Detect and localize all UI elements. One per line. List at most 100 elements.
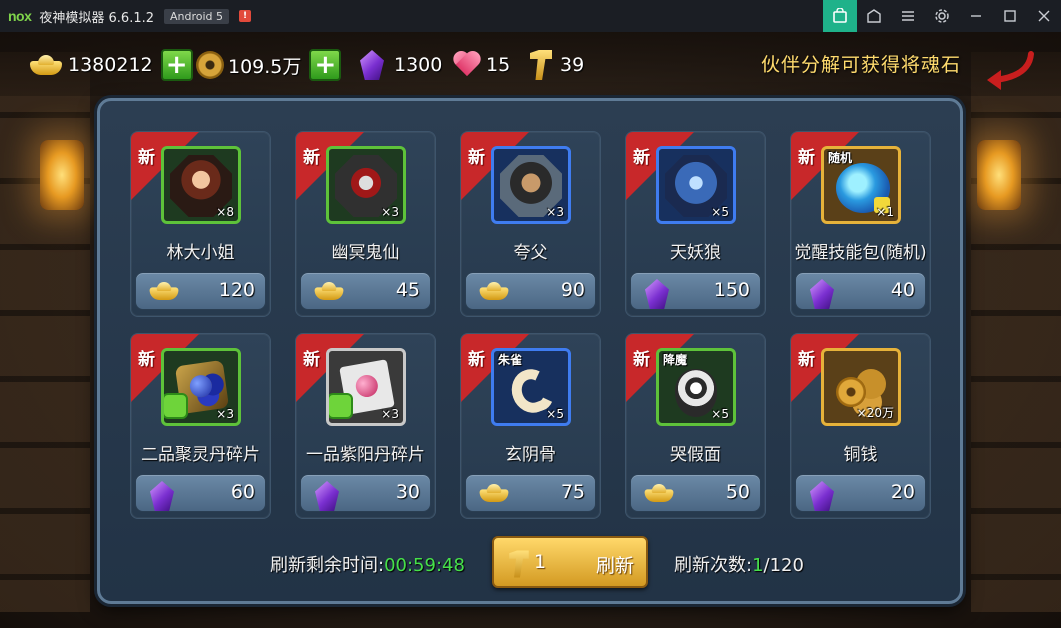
gold-amount: 1380212 (68, 54, 153, 76)
heart-amount: 15 (486, 54, 511, 76)
item-quantity: ×5 (711, 407, 729, 421)
buy-button[interactable]: 150 (630, 272, 761, 310)
fragment-icon (329, 393, 353, 419)
refresh-key-icon (530, 50, 552, 80)
close-icon[interactable] (1027, 0, 1061, 32)
item-price: 90 (560, 279, 585, 301)
shop-panel: 新 ×8 林大小姐 120 新 ×3 幽冥鬼仙 45 新 ×3 夸父 90 新 ×5 天妖狼 150 新随机 ×1… (97, 98, 963, 604)
shop-item-card[interactable]: 新降魔 ×5 哭假面 50 (625, 333, 766, 519)
gold-ingot-icon (313, 280, 345, 302)
shop-item-card[interactable]: 新 ×3 二品聚灵丹碎片 60 (130, 333, 271, 519)
buy-button[interactable]: 40 (795, 272, 926, 310)
lantern-left (40, 140, 84, 210)
price-currency (641, 481, 677, 505)
item-quantity: ×3 (546, 205, 564, 219)
gem-resource: 1300 (360, 50, 442, 80)
emulator-titlebar: nox 夜神模拟器 6.6.1.2 Android 5 ! (0, 0, 1061, 32)
item-quantity: ×3 (381, 407, 399, 421)
maximize-icon[interactable] (993, 0, 1027, 32)
coin-amount: 109.5万 (228, 55, 302, 78)
gold-ingot-icon (148, 280, 180, 302)
gem-amount: 1300 (394, 54, 443, 76)
add-coin-button[interactable]: + (309, 49, 342, 81)
gold-ingot-icon (28, 53, 64, 77)
item-name: 二品聚灵丹碎片 (141, 445, 260, 465)
item-icon-frame[interactable]: ×3 (161, 348, 241, 426)
buy-button[interactable]: 60 (135, 474, 266, 512)
price-currency (641, 279, 669, 309)
new-label: 新 (138, 350, 155, 370)
shop-item-card[interactable]: 新 ×3 夸父 90 (460, 131, 601, 317)
refresh-timer: 刷新剩余时间:00:59:48 (270, 551, 465, 577)
heart-icon (452, 52, 482, 78)
buy-button[interactable]: 30 (300, 474, 431, 512)
item-icon-frame[interactable]: ×3 (326, 146, 406, 224)
refresh-count: 刷新次数:1/120 (674, 551, 804, 577)
buy-button[interactable]: 45 (300, 272, 431, 310)
price-currency (311, 279, 347, 303)
item-price: 40 (890, 279, 915, 301)
key-resource: 39 (530, 50, 584, 80)
price-currency (476, 279, 512, 303)
shop-item-card[interactable]: 新 ×20万 铜钱 20 (790, 333, 931, 519)
shop-item-card[interactable]: 新 ×5 天妖狼 150 (625, 131, 766, 317)
new-label: 新 (798, 350, 815, 370)
buy-button[interactable]: 75 (465, 474, 596, 512)
warning-icon[interactable]: ! (239, 10, 252, 22)
bookshelf-left (0, 52, 90, 612)
minimize-icon[interactable] (959, 0, 993, 32)
item-price: 30 (395, 481, 420, 503)
gold-ingot-icon (478, 280, 510, 302)
buy-button[interactable]: 90 (465, 272, 596, 310)
refresh-cost: 1 (534, 551, 547, 573)
purple-gem-icon (810, 279, 834, 309)
nox-logo: nox (8, 8, 32, 24)
item-icon-frame[interactable]: ×20万 (821, 348, 901, 426)
item-price: 45 (395, 279, 420, 301)
item-tag: 随机 (828, 151, 853, 165)
purple-gem-icon (150, 481, 174, 511)
new-label: 新 (303, 350, 320, 370)
item-icon-frame[interactable]: 随机 ×1 (821, 146, 901, 224)
item-icon-frame[interactable]: ×3 (326, 348, 406, 426)
item-quantity: ×1 (876, 205, 894, 219)
shop-item-card[interactable]: 新 ×3 幽冥鬼仙 45 (295, 131, 436, 317)
refresh-button[interactable]: 1 刷新 (492, 536, 648, 588)
refresh-key-icon (509, 550, 529, 578)
key-amount: 39 (560, 54, 585, 76)
heart-resource: 15 (452, 50, 510, 80)
item-icon-frame[interactable]: 降魔 ×5 (656, 348, 736, 426)
shop-item-card[interactable]: 新朱雀 ×5 玄阴骨 75 (460, 333, 601, 519)
add-gold-button[interactable]: + (160, 49, 193, 81)
buy-button[interactable]: 120 (135, 272, 266, 310)
shop-item-card[interactable]: 新 ×8 林大小姐 120 (130, 131, 271, 317)
item-icon-frame[interactable]: ×8 (161, 146, 241, 224)
new-label: 新 (468, 350, 485, 370)
buy-button[interactable]: 20 (795, 474, 926, 512)
android-version-badge: Android 5 (164, 8, 230, 24)
new-label: 新 (303, 148, 320, 168)
item-icon-frame[interactable]: ×3 (491, 146, 571, 224)
buy-button[interactable]: 50 (630, 474, 761, 512)
bag-icon[interactable] (823, 0, 857, 32)
item-quantity: ×3 (216, 407, 234, 421)
home-icon[interactable] (857, 0, 891, 32)
gear-icon[interactable] (925, 0, 959, 32)
price-currency (806, 481, 834, 511)
refresh-count-total: /120 (763, 555, 804, 576)
titlebar-controls (823, 0, 1061, 32)
item-price: 120 (218, 279, 255, 301)
menu-icon[interactable] (891, 0, 925, 32)
item-icon-frame[interactable]: ×5 (656, 146, 736, 224)
price-currency (806, 279, 834, 309)
shop-item-card[interactable]: 新随机 ×1 觉醒技能包(随机) 40 (790, 131, 931, 317)
item-icon-frame[interactable]: 朱雀 ×5 (491, 348, 571, 426)
refresh-count-label: 刷新次数: (674, 555, 753, 576)
shop-item-card[interactable]: 新 ×3 一品紫阳丹碎片 30 (295, 333, 436, 519)
item-price: 50 (725, 481, 750, 503)
item-name: 玄阴骨 (505, 445, 556, 465)
refresh-button-label: 刷新 (595, 555, 634, 577)
item-name: 一品紫阳丹碎片 (306, 445, 425, 465)
item-name: 林大小姐 (166, 243, 235, 263)
purple-gem-icon (315, 481, 339, 511)
